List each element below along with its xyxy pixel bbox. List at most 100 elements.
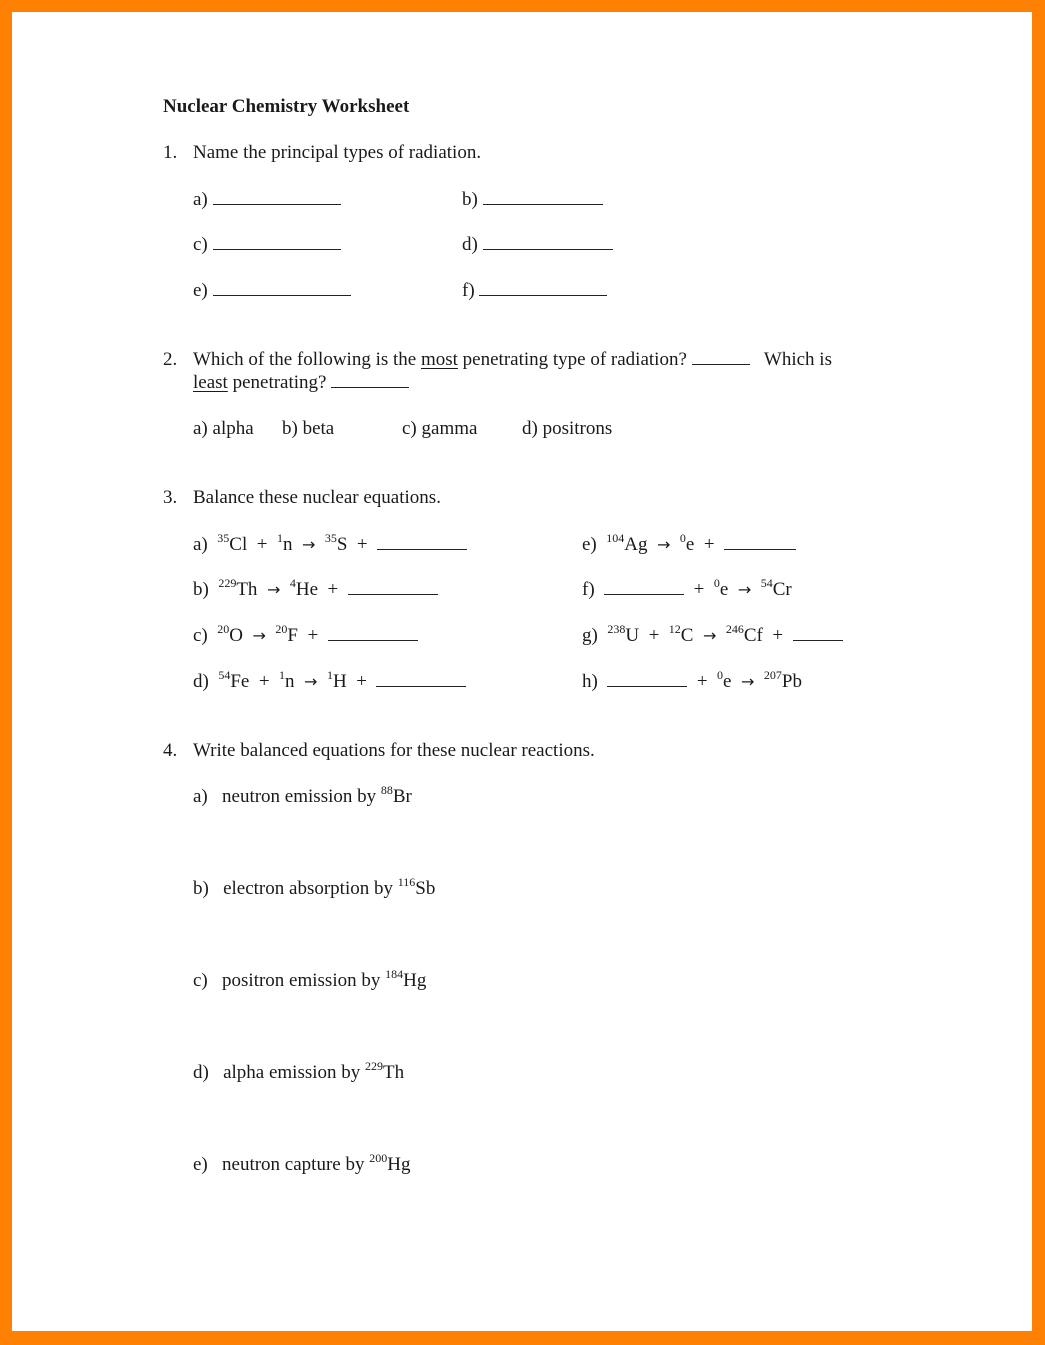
nuclide: 20F xyxy=(275,622,298,646)
q2-least-blank[interactable] xyxy=(331,372,410,388)
nuclide: 0e xyxy=(714,576,728,600)
element-symbol: Br xyxy=(392,786,412,807)
reaction-label: b) xyxy=(193,878,224,899)
answer-blank[interactable] xyxy=(482,234,613,250)
nuclide: 207Pb xyxy=(763,668,802,692)
equation-blank[interactable] xyxy=(724,534,797,550)
plus-operator: + xyxy=(356,671,367,692)
equation-blank[interactable] xyxy=(377,534,468,550)
mass-number: 184 xyxy=(385,967,404,981)
q2-prompt-line2: least penetrating? xyxy=(193,372,410,394)
arrow-icon: → xyxy=(304,672,318,691)
nuclide: 0e xyxy=(680,531,695,555)
nuclide: 246Cf xyxy=(725,622,763,646)
reaction-text: positron emission by xyxy=(222,970,386,991)
mass-number: 200 xyxy=(369,1151,388,1165)
arrow-icon: → xyxy=(252,626,266,645)
plus-operator: + xyxy=(693,579,705,600)
answer-label: a) xyxy=(193,189,208,210)
element-symbol: Th xyxy=(236,579,258,600)
nuclide: 20O xyxy=(217,622,243,646)
equation-blank[interactable] xyxy=(604,579,685,595)
reaction-item: d) alpha emission by 229Th xyxy=(193,1059,404,1085)
reaction-text: electron absorption by xyxy=(223,878,398,899)
answer-label: c) xyxy=(193,234,208,255)
equation-blank[interactable] xyxy=(327,625,418,641)
mass-number: 4 xyxy=(289,576,296,590)
element-symbol: e xyxy=(685,534,695,555)
equation-row: g) 238U + 12C → 246Cf + xyxy=(582,622,843,648)
equation-blank[interactable] xyxy=(347,579,438,595)
q2-text: Which of the following is the xyxy=(193,349,421,370)
q2-emphasis-least: least xyxy=(193,372,228,393)
nuclide: 54Fe xyxy=(218,668,249,692)
q2-text: Which is xyxy=(763,349,832,370)
reaction-text: neutron capture by xyxy=(222,1154,370,1175)
answer-blank[interactable] xyxy=(212,234,341,250)
element-symbol: Sb xyxy=(415,878,436,899)
equation-row: e) 104Ag → 0e + xyxy=(582,531,797,557)
element-symbol: Hg xyxy=(387,1154,411,1175)
nuclide: 35Cl xyxy=(217,531,247,555)
q2-most-blank[interactable] xyxy=(691,349,750,365)
plus-operator: + xyxy=(696,671,708,692)
answer-blank[interactable] xyxy=(479,280,608,296)
q2-number: 2. xyxy=(163,349,178,370)
answer-blank[interactable] xyxy=(212,280,351,296)
element-symbol: U xyxy=(625,625,640,646)
nuclide: 238U xyxy=(607,622,640,646)
equation-blank[interactable] xyxy=(607,671,688,687)
q1-answer-a[interactable]: a) xyxy=(193,189,341,211)
page-title: Nuclear Chemistry Worksheet xyxy=(163,96,410,117)
nuclide: 1n xyxy=(279,668,295,692)
answer-blank[interactable] xyxy=(482,189,603,205)
q2-option-alpha: a) alpha xyxy=(193,418,254,439)
q3-prompt: Balance these nuclear equations. xyxy=(193,487,441,508)
reaction-label: c) xyxy=(193,970,223,991)
element-symbol: S xyxy=(336,534,348,555)
q1-prompt: Name the principal types of radiation. xyxy=(193,142,482,163)
reaction-text: neutron emission by xyxy=(222,786,381,807)
answer-blank[interactable] xyxy=(212,189,341,205)
equation-blank[interactable] xyxy=(792,625,843,641)
arrow-icon: → xyxy=(737,580,752,599)
equation-row: b) 229Th → 4He + xyxy=(193,576,438,602)
mass-number: 12 xyxy=(668,622,681,636)
reaction-label: a) xyxy=(193,786,223,807)
q1-answer-f[interactable]: f) xyxy=(462,280,608,302)
equation-blank[interactable] xyxy=(376,671,467,687)
mass-number: 1 xyxy=(326,668,333,682)
mass-number: 116 xyxy=(397,875,416,889)
element-symbol: Ag xyxy=(624,534,648,555)
plus-operator: + xyxy=(356,534,368,555)
answer-label: f) xyxy=(462,280,475,301)
q2-option-gamma: c) gamma xyxy=(402,418,478,439)
answer-label: e) xyxy=(193,280,208,301)
equation-row: a) 35Cl + 1n → 35S + xyxy=(193,531,468,557)
nuclide: 1n xyxy=(277,531,293,555)
q1-answer-c[interactable]: c) xyxy=(193,234,341,256)
plus-operator: + xyxy=(648,625,660,646)
q1-answer-d[interactable]: d) xyxy=(462,234,613,256)
element-symbol: C xyxy=(680,625,694,646)
element-symbol: e xyxy=(723,671,732,692)
arrow-icon: → xyxy=(702,626,717,645)
q2-prompt-line1: Which of the following is the most penet… xyxy=(193,349,832,371)
reaction-item: a) neutron emission by 88Br xyxy=(193,783,412,809)
mass-number: 0 xyxy=(717,668,724,682)
nuclide: 104Ag xyxy=(606,531,648,555)
q4-number: 4. xyxy=(163,740,178,761)
mass-number: 238 xyxy=(607,622,626,636)
mass-number: 104 xyxy=(606,531,625,545)
q1-number: 1. xyxy=(163,142,178,163)
mass-number: 207 xyxy=(763,668,782,682)
mass-number: 246 xyxy=(725,622,744,636)
equation-label: e) xyxy=(582,534,607,555)
reaction-item: c) positron emission by 184Hg xyxy=(193,967,426,993)
mass-number: 88 xyxy=(380,783,393,797)
mass-number: 229 xyxy=(365,1059,384,1073)
q1-answer-b[interactable]: b) xyxy=(462,189,603,211)
element-symbol: Cr xyxy=(772,579,792,600)
equation-label: h) xyxy=(582,671,608,692)
q1-answer-e[interactable]: e) xyxy=(193,280,351,302)
